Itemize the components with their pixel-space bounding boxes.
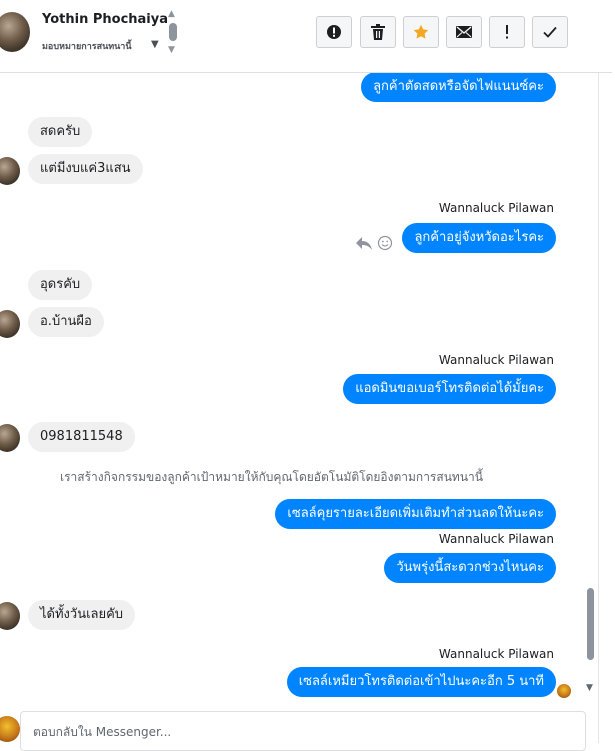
contact-avatar-small[interactable] — [0, 424, 20, 452]
message-outgoing[interactable]: ลูกค้าอยู่จังหวัดอะไรคะ — [402, 223, 556, 253]
sender-name: Wannaluck Pilawan — [438, 201, 554, 215]
sender-name: Wannaluck Pilawan — [438, 532, 554, 546]
message-outgoing[interactable]: เซลล์คุยรายละเอียดเพิ่มเติมทำส่วนลดให้นะ… — [275, 499, 556, 529]
message-incoming[interactable]: ได้ทั้งวันเลยคับ — [28, 600, 136, 630]
spam-button[interactable] — [489, 16, 525, 48]
message-outgoing[interactable]: แอดมินขอเบอร์โทรติดต่อได้มั้ยคะ — [343, 374, 556, 404]
exclamation-circle-icon — [327, 25, 341, 39]
caret-up-icon[interactable]: ▲ — [168, 9, 175, 19]
scroll-down-arrow-icon[interactable]: ▼ — [586, 683, 593, 693]
assign-conversation-label[interactable]: มอบหมายการสนทนานี้ — [42, 39, 132, 53]
thread-scroll-thumb[interactable] — [587, 588, 594, 660]
contact-avatar-small[interactable] — [0, 602, 20, 630]
contact-avatar[interactable] — [0, 12, 30, 52]
message-incoming[interactable]: แต่มีงบแค่3แสน — [28, 154, 143, 184]
message-incoming[interactable]: 0981811548 — [28, 422, 135, 452]
caret-down-icon[interactable]: ▼ — [151, 39, 159, 50]
emoji-reaction-icon[interactable] — [377, 235, 393, 251]
header-scroll-thumb[interactable] — [169, 23, 177, 41]
star-button[interactable] — [403, 16, 439, 48]
message-outgoing[interactable]: เซลล์เหมียวโทรติดต่อเข้าไปนะคะอีก 5 นาที — [286, 667, 556, 697]
envelope-icon — [456, 26, 472, 38]
delete-button[interactable] — [360, 16, 396, 48]
seen-indicator-avatar — [557, 684, 571, 698]
exclamation-icon — [506, 25, 508, 39]
message-incoming[interactable]: สดครับ — [28, 117, 93, 147]
reply-input[interactable] — [31, 721, 575, 743]
message-incoming[interactable]: อ.บ้านผือ — [28, 307, 104, 337]
header-scroll-control[interactable]: ▲ ▼ — [166, 9, 180, 57]
page-avatar — [0, 716, 20, 742]
mark-unread-button[interactable] — [446, 16, 482, 48]
caret-down-small-icon[interactable]: ▼ — [168, 45, 175, 55]
reply-icon[interactable] — [355, 235, 373, 251]
report-button[interactable] — [316, 16, 352, 48]
message-outgoing[interactable]: วันพรุ่งนี้สะดวกช่วงไหนคะ — [384, 553, 556, 583]
reply-composer[interactable] — [20, 711, 586, 751]
sender-name: Wannaluck Pilawan — [438, 647, 554, 661]
conversation-header: Yothin Phochaiya มอบหมายการสนทนานี้ ▼ ▲ … — [0, 0, 612, 73]
message-outgoing[interactable]: ลูกค้าตัดสดหรือจัดไฟแนนซ์คะ — [361, 73, 556, 102]
message-thread[interactable]: ลูกค้าตัดสดหรือจัดไฟแนนซ์คะ สดครับ แต่มี… — [0, 73, 600, 708]
right-edge-strip — [598, 0, 615, 743]
contact-name[interactable]: Yothin Phochaiya — [42, 12, 168, 27]
message-incoming[interactable]: อุดรคับ — [28, 270, 93, 300]
message-actions[interactable] — [355, 234, 395, 252]
trash-icon — [371, 24, 385, 40]
done-button[interactable] — [532, 16, 568, 48]
star-icon — [413, 24, 429, 39]
check-icon — [543, 26, 557, 38]
system-note: เราสร้างกิจกรรมของลูกค้าเป้าหมายให้กับคุ… — [60, 470, 483, 484]
sender-name: Wannaluck Pilawan — [438, 353, 554, 367]
contact-avatar-small[interactable] — [0, 310, 20, 338]
contact-avatar-small[interactable] — [0, 157, 20, 185]
thread-scrollbar[interactable]: ▼ — [585, 73, 597, 703]
